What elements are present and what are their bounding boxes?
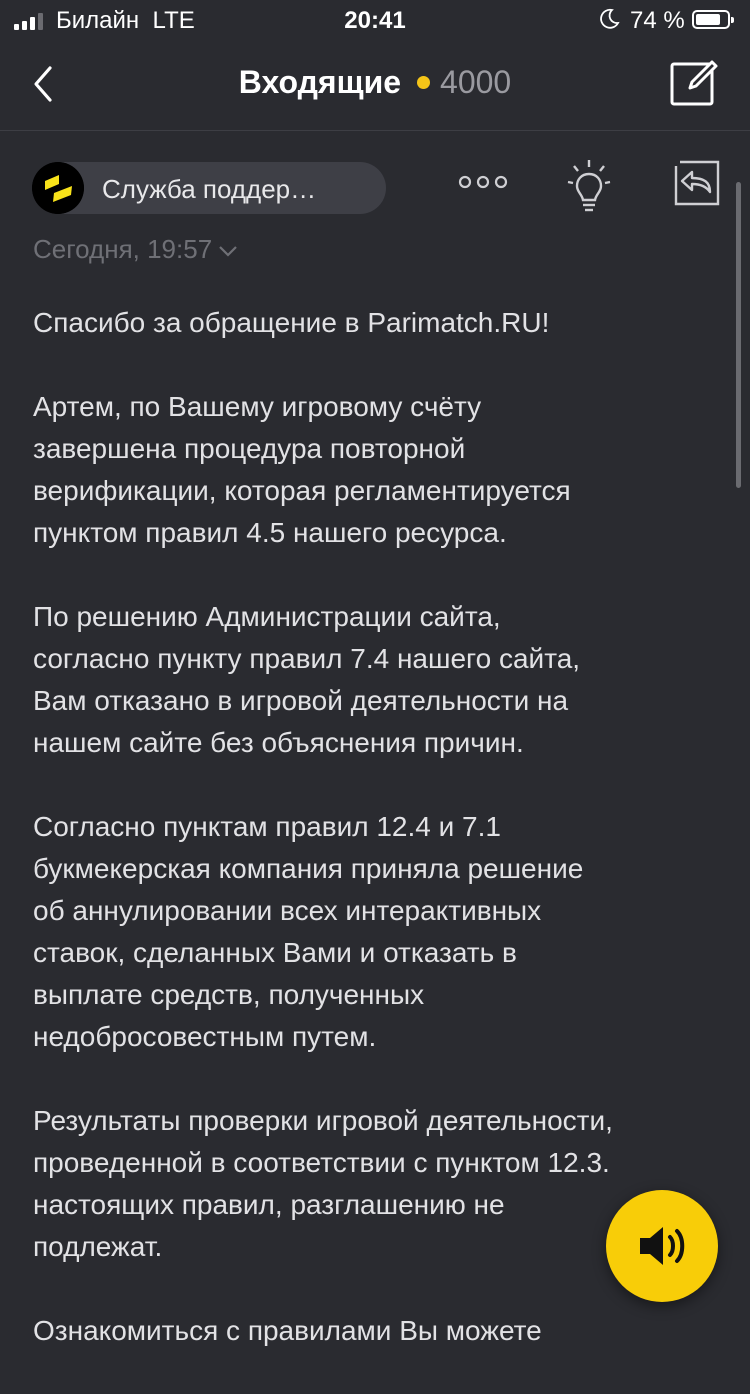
message-paragraph: Артем, по Вашему игровому счёту завершен… xyxy=(33,391,571,548)
message-paragraph: Ознакомиться с правилами Вы можете xyxy=(33,1315,542,1346)
status-bar: Билайн LTE 20:41 74 % xyxy=(0,0,750,40)
parimatch-logo-icon xyxy=(32,162,84,214)
lightbulb-icon[interactable] xyxy=(566,156,612,216)
battery-icon xyxy=(692,10,734,29)
unread-dot xyxy=(417,76,431,90)
battery-percent: 74 % xyxy=(630,7,685,34)
page-title: Входящие xyxy=(238,64,402,100)
moon-icon xyxy=(600,8,620,29)
speaker-icon xyxy=(640,1227,685,1265)
inbox-title[interactable]: Входящие 4000 xyxy=(0,64,750,101)
message-paragraph: Спасибо за обращение в Parimatch.RU! xyxy=(33,307,550,338)
message-date-text: Сегодня, 19:57 xyxy=(33,234,213,264)
scrollbar[interactable] xyxy=(736,182,741,488)
unread-count: 4000 xyxy=(440,64,512,100)
sender-name: Служба поддер… xyxy=(102,174,317,204)
message-paragraph: Согласно пунктам правил 12.4 и 7.1 букме… xyxy=(33,811,584,1052)
read-aloud-button[interactable] xyxy=(606,1190,718,1302)
nav-bar: Входящие 4000 xyxy=(0,40,750,131)
compose-icon[interactable] xyxy=(668,56,720,108)
message-paragraph: По решению Администрации сайта, согласно… xyxy=(33,601,581,758)
chevron-down-icon xyxy=(219,246,237,257)
sender-chip[interactable]: Служба поддер… xyxy=(32,162,386,214)
more-dots-icon[interactable] xyxy=(456,168,510,198)
reply-icon[interactable] xyxy=(672,158,722,208)
message-date[interactable]: Сегодня, 19:57 xyxy=(33,234,238,265)
